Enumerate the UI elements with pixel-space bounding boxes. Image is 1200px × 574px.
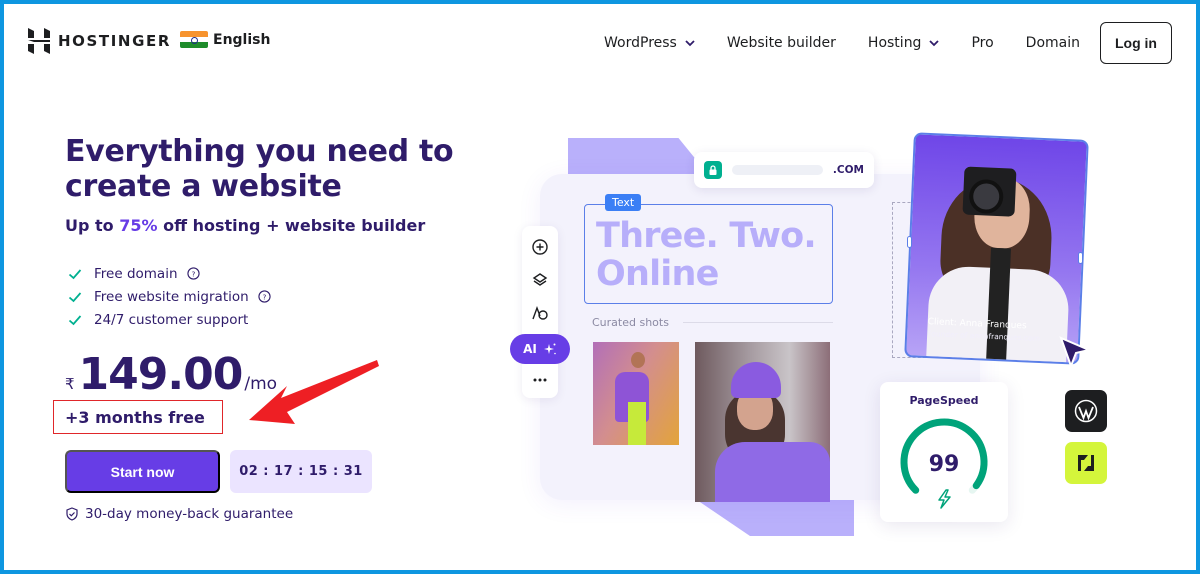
fashion-photo-2 (695, 342, 830, 502)
add-icon[interactable] (531, 238, 549, 256)
main-nav: WordPress Website builder Hosting Pro Do… (572, 22, 1172, 64)
url-bar: .COM (694, 152, 874, 188)
text-tag-label: Text (605, 194, 642, 211)
price-amount: 149.00 (78, 349, 244, 400)
discount-percent: 75% (119, 216, 158, 235)
hostinger-logo[interactable]: HOSTINGER (28, 28, 171, 54)
styles-icon[interactable] (531, 304, 549, 322)
fashion-photo-1 (593, 342, 679, 445)
login-button[interactable]: Log in (1100, 22, 1172, 64)
subtitle-suffix: off hosting + website builder (157, 216, 426, 235)
resize-handle[interactable] (907, 236, 912, 248)
text-element-selected[interactable]: Text Three. Two. Online (584, 194, 833, 304)
url-placeholder (731, 165, 823, 175)
more-icon[interactable] (531, 371, 549, 389)
guarantee-label: 30-day money-back guarantee (85, 506, 294, 522)
lock-icon (704, 161, 722, 179)
shield-check-icon (66, 507, 78, 521)
nav-item-label: Pro (971, 35, 994, 51)
lightning-icon (938, 489, 951, 509)
feature-item: Free domain ? (68, 262, 271, 285)
feature-label: Free domain (94, 265, 178, 282)
promo-label: +3 months free (65, 407, 205, 427)
nav-item-label: Website builder (726, 35, 836, 51)
url-tld: .COM (832, 164, 864, 176)
headline-line-2: Online (596, 254, 719, 294)
decor-shape (568, 138, 698, 178)
curated-shots-heading: Curated shots (592, 316, 833, 329)
feature-list: Free domain ? Free website migration ? 2… (68, 262, 271, 331)
headline-text: Three. Two. Online (596, 216, 817, 294)
wordpress-badge (1065, 390, 1107, 432)
headline-line-1: Three. Two. (596, 216, 817, 256)
currency-symbol: ₹ (65, 375, 75, 393)
language-selector[interactable]: English (180, 31, 270, 48)
resize-handle[interactable] (1078, 252, 1083, 264)
decor-shape (694, 498, 854, 536)
hero-title: Everything you need to create a website (65, 134, 454, 204)
editor-toolbar (522, 226, 558, 398)
ai-label: AI (523, 342, 537, 356)
check-icon (68, 314, 82, 325)
india-flag-icon (180, 31, 208, 48)
svg-text:?: ? (262, 292, 266, 301)
layers-icon[interactable] (531, 271, 549, 289)
nav-item-label: WordPress (604, 35, 677, 51)
feature-label: 24/7 customer support (94, 311, 249, 328)
hero-illustration: .COM AI Text Three. Two. Online Curated … (504, 124, 1154, 544)
pagespeed-score: 99 (928, 452, 960, 477)
top-header: HOSTINGER English WordPress Website buil… (4, 4, 1196, 80)
start-now-button[interactable]: Start now (65, 450, 220, 493)
subtitle-prefix: Up to (65, 216, 120, 235)
page-frame: HOSTINGER English WordPress Website buil… (4, 4, 1196, 570)
feature-item: 24/7 customer support (68, 308, 271, 331)
countdown-timer: 02 : 17 : 15 : 31 (230, 450, 372, 493)
wordpress-icon (1074, 399, 1098, 423)
check-icon (68, 268, 82, 279)
pagespeed-title: PageSpeed (909, 394, 979, 407)
annotation-arrow-icon (249, 360, 379, 424)
curated-label: Curated shots (592, 316, 669, 329)
pagespeed-card: PageSpeed 99 (880, 382, 1008, 522)
help-icon[interactable]: ? (186, 267, 200, 280)
sparkle-icon (543, 343, 556, 355)
nav-item-label: Domain (1025, 35, 1080, 51)
nav-item-domain[interactable]: Domain (1026, 35, 1080, 51)
help-icon[interactable]: ? (258, 290, 271, 303)
horizons-badge (1065, 442, 1107, 484)
money-back-guarantee: 30-day money-back guarantee (65, 506, 293, 522)
nav-item-website-builder[interactable]: Website builder (727, 35, 836, 51)
nav-item-pro[interactable]: Pro (971, 35, 993, 51)
feature-item: Free website migration ? (68, 285, 271, 308)
cursor-pointer-icon (1059, 336, 1093, 369)
svg-text:?: ? (191, 269, 195, 278)
client-photo-card: Client: Anna Franques Founder of annafra… (904, 132, 1089, 365)
nav-item-wordpress[interactable]: WordPress (604, 35, 695, 51)
chevron-down-icon (929, 40, 940, 47)
language-label: English (213, 31, 271, 48)
brand-name: HOSTINGER (58, 32, 171, 50)
hostinger-logo-icon (28, 28, 50, 54)
divider (682, 321, 833, 324)
horizons-logo-icon (1078, 455, 1094, 471)
ai-button[interactable]: AI (510, 334, 570, 364)
check-icon (68, 291, 82, 302)
hero-subtitle: Up to 75% off hosting + website builder (65, 216, 425, 235)
promo-highlight-box: +3 months free (53, 400, 223, 434)
nav-item-label: Hosting (867, 35, 922, 51)
feature-label: Free website migration (94, 288, 249, 305)
nav-item-hosting[interactable]: Hosting (868, 35, 940, 51)
chevron-down-icon (685, 40, 695, 47)
